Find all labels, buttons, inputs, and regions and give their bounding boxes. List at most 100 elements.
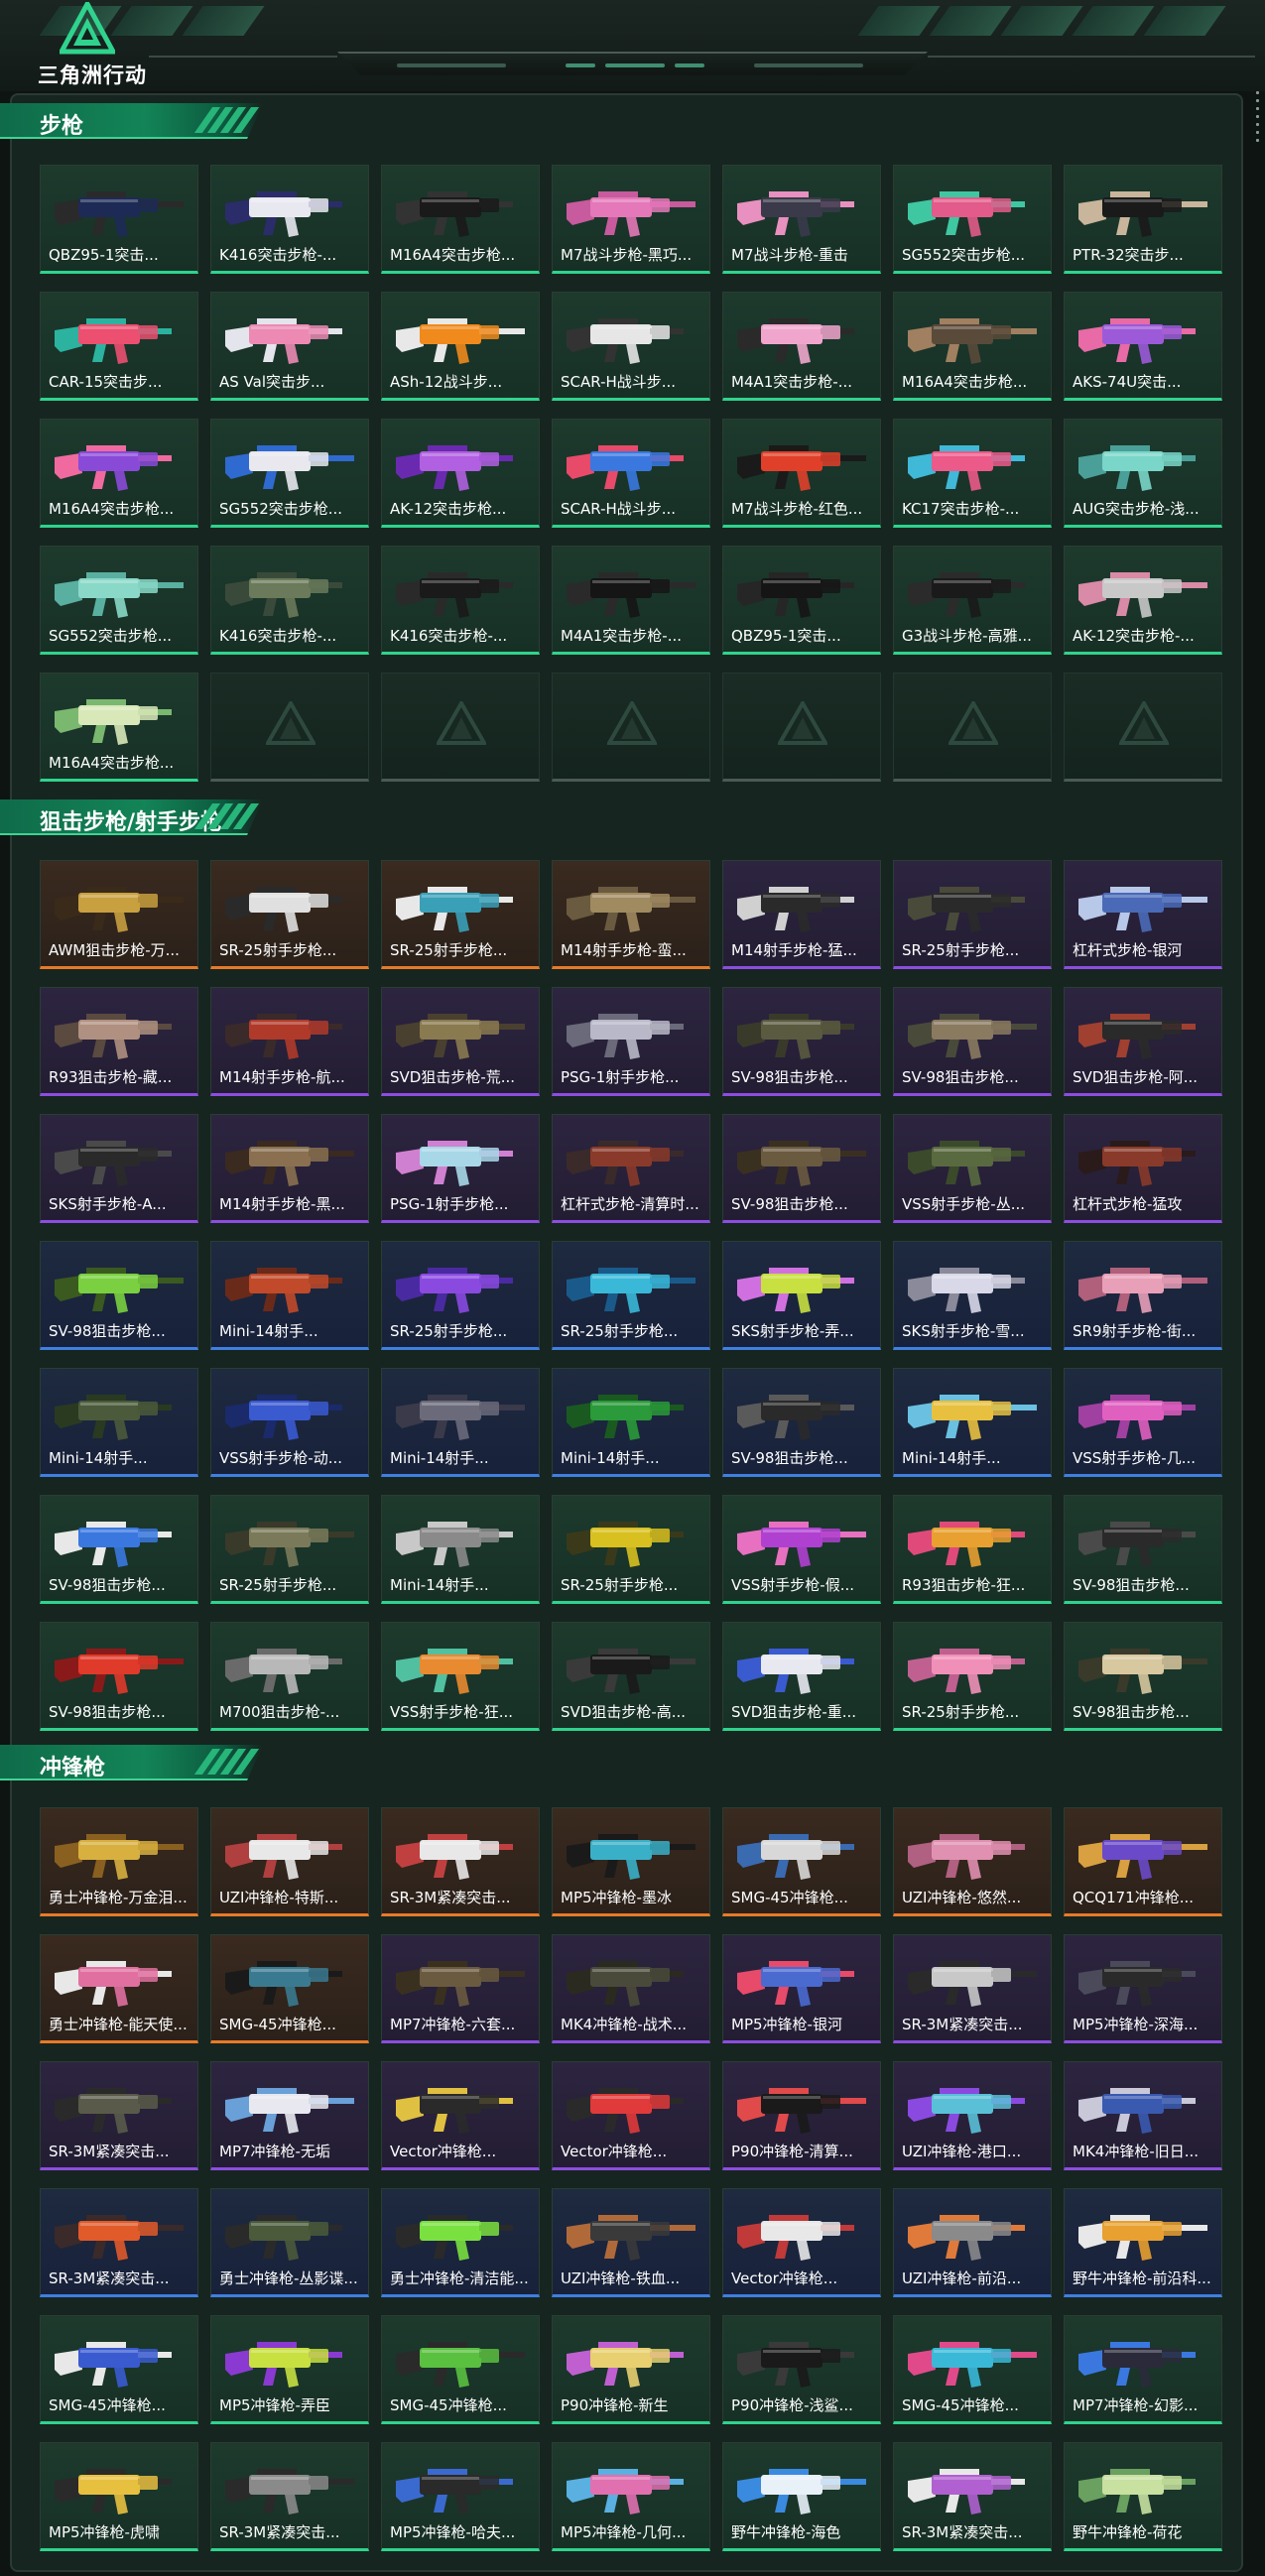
- weapon-skin-card[interactable]: SKS射手步枪-A...: [40, 1114, 198, 1223]
- weapon-skin-card[interactable]: PSG-1射手步枪...: [381, 1114, 540, 1223]
- weapon-skin-card[interactable]: MP7冲锋枪-幻影...: [1064, 2315, 1222, 2424]
- weapon-skin-card[interactable]: M7战斗步枪-黑巧...: [552, 165, 710, 274]
- weapon-skin-card[interactable]: SR-3M紧凑突击...: [40, 2188, 198, 2297]
- weapon-skin-card[interactable]: AK-12突击步枪-...: [1064, 546, 1222, 655]
- weapon-skin-card[interactable]: SR-25射手步枪...: [210, 860, 369, 969]
- weapon-skin-card[interactable]: PSG-1射手步枪...: [552, 987, 710, 1096]
- weapon-skin-card[interactable]: VSS射手步枪-狂...: [381, 1622, 540, 1731]
- weapon-skin-card[interactable]: SMG-45冲锋枪...: [210, 1934, 369, 2043]
- weapon-skin-card[interactable]: SR-25射手步枪...: [893, 1622, 1052, 1731]
- weapon-skin-card[interactable]: SR-3M紧凑突击...: [893, 1934, 1052, 2043]
- weapon-skin-card[interactable]: G3战斗步枪-高雅...: [893, 546, 1052, 655]
- weapon-skin-card[interactable]: SV-98狙击步枪...: [40, 1495, 198, 1604]
- weapon-skin-card[interactable]: M14射手步枪-黑...: [210, 1114, 369, 1223]
- weapon-skin-card[interactable]: SG552突击步枪...: [893, 165, 1052, 274]
- weapon-skin-card[interactable]: SVD狙击步枪-重...: [722, 1622, 881, 1731]
- weapon-skin-card[interactable]: Vector冲锋枪...: [552, 2061, 710, 2170]
- weapon-skin-card[interactable]: SV-98狙击步枪...: [40, 1622, 198, 1731]
- weapon-skin-card[interactable]: SR-3M紧凑突击...: [40, 2061, 198, 2170]
- weapon-skin-card[interactable]: 勇士冲锋枪-清洁能...: [381, 2188, 540, 2297]
- weapon-skin-card[interactable]: AWM狙击步枪-万...: [40, 860, 198, 969]
- weapon-skin-card[interactable]: VSS射手步枪-丛...: [893, 1114, 1052, 1223]
- weapon-skin-card[interactable]: Vector冲锋枪...: [722, 2188, 881, 2297]
- weapon-skin-card[interactable]: QBZ95-1突击...: [40, 165, 198, 274]
- weapon-skin-card[interactable]: M7战斗步枪-重击: [722, 165, 881, 274]
- weapon-skin-card[interactable]: K416突击步枪-...: [210, 165, 369, 274]
- weapon-skin-card[interactable]: K416突击步枪-...: [210, 546, 369, 655]
- weapon-skin-card[interactable]: SR9射手步枪-街...: [1064, 1241, 1222, 1350]
- weapon-skin-card[interactable]: SR-25射手步枪...: [552, 1241, 710, 1350]
- weapon-skin-card[interactable]: SR-3M紧凑突击...: [210, 2442, 369, 2551]
- weapon-skin-card[interactable]: VSS射手步枪-假...: [722, 1495, 881, 1604]
- weapon-skin-card[interactable]: K416突击步枪-...: [381, 546, 540, 655]
- weapon-skin-card[interactable]: SKS射手步枪-弄...: [722, 1241, 881, 1350]
- weapon-skin-card[interactable]: MP5冲锋枪-几何...: [552, 2442, 710, 2551]
- weapon-skin-card[interactable]: MP7冲锋枪-无垢: [210, 2061, 369, 2170]
- weapon-skin-card[interactable]: SR-3M紧凑突击...: [893, 2442, 1052, 2551]
- weapon-skin-card[interactable]: 野牛冲锋枪-海色: [722, 2442, 881, 2551]
- weapon-skin-card[interactable]: M4A1突击步枪-...: [722, 292, 881, 401]
- weapon-skin-card[interactable]: ASh-12战斗步...: [381, 292, 540, 401]
- weapon-skin-card[interactable]: MK4冲锋枪-旧日...: [1064, 2061, 1222, 2170]
- weapon-skin-card[interactable]: SG552突击步枪...: [210, 419, 369, 528]
- weapon-skin-card[interactable]: MK4冲锋枪-战术...: [552, 1934, 710, 2043]
- weapon-skin-card[interactable]: QBZ95-1突击...: [722, 546, 881, 655]
- weapon-skin-card[interactable]: Mini-14射手...: [40, 1368, 198, 1477]
- weapon-skin-card[interactable]: UZI冲锋枪-悠然...: [893, 1807, 1052, 1916]
- weapon-skin-card[interactable]: SMG-45冲锋枪...: [893, 2315, 1052, 2424]
- weapon-skin-card[interactable]: MP7冲锋枪-六套...: [381, 1934, 540, 2043]
- weapon-skin-card[interactable]: VSS射手步枪-动...: [210, 1368, 369, 1477]
- weapon-skin-card[interactable]: M14射手步枪-猛...: [722, 860, 881, 969]
- weapon-skin-card[interactable]: Mini-14射手...: [893, 1368, 1052, 1477]
- weapon-skin-card[interactable]: MP5冲锋枪-墨冰: [552, 1807, 710, 1916]
- weapon-skin-card[interactable]: M14射手步枪-航...: [210, 987, 369, 1096]
- weapon-skin-card[interactable]: QCQ171冲锋枪...: [1064, 1807, 1222, 1916]
- weapon-skin-card[interactable]: R93狙击步枪-藏...: [40, 987, 198, 1096]
- weapon-skin-card[interactable]: P90冲锋枪-清算...: [722, 2061, 881, 2170]
- weapon-skin-card[interactable]: M7战斗步枪-红色...: [722, 419, 881, 528]
- weapon-skin-card[interactable]: SVD狙击步枪-阿...: [1064, 987, 1222, 1096]
- weapon-skin-card[interactable]: SV-98狙击步枪...: [1064, 1622, 1222, 1731]
- weapon-skin-card[interactable]: 勇士冲锋枪-万金泪...: [40, 1807, 198, 1916]
- weapon-skin-card[interactable]: SCAR-H战斗步...: [552, 419, 710, 528]
- weapon-skin-card[interactable]: AUG突击步枪-浅...: [1064, 419, 1222, 528]
- weapon-skin-card[interactable]: AS Val突击步...: [210, 292, 369, 401]
- weapon-skin-card[interactable]: VSS射手步枪-几...: [1064, 1368, 1222, 1477]
- weapon-skin-card[interactable]: Vector冲锋枪...: [381, 2061, 540, 2170]
- weapon-skin-card[interactable]: SVD狙击步枪-高...: [552, 1622, 710, 1731]
- weapon-skin-card[interactable]: KC17突击步枪-...: [893, 419, 1052, 528]
- weapon-skin-card[interactable]: SMG-45冲锋枪...: [722, 1807, 881, 1916]
- weapon-skin-card[interactable]: M14射手步枪-蛮...: [552, 860, 710, 969]
- weapon-skin-card[interactable]: M16A4突击步枪...: [893, 292, 1052, 401]
- weapon-skin-card[interactable]: PTR-32突击步...: [1064, 165, 1222, 274]
- weapon-skin-card[interactable]: Mini-14射手...: [552, 1368, 710, 1477]
- weapon-skin-card[interactable]: AKS-74U突击...: [1064, 292, 1222, 401]
- weapon-skin-card[interactable]: SMG-45冲锋枪...: [381, 2315, 540, 2424]
- weapon-skin-card[interactable]: 勇士冲锋枪-丛影谍...: [210, 2188, 369, 2297]
- weapon-skin-card[interactable]: SV-98狙击步枪...: [893, 987, 1052, 1096]
- weapon-skin-card[interactable]: CAR-15突击步...: [40, 292, 198, 401]
- weapon-skin-card[interactable]: M4A1突击步枪-...: [552, 546, 710, 655]
- weapon-skin-card[interactable]: SR-25射手步枪...: [552, 1495, 710, 1604]
- weapon-skin-card[interactable]: MP5冲锋枪-深海...: [1064, 1934, 1222, 2043]
- weapon-skin-card[interactable]: MP5冲锋枪-弄臣: [210, 2315, 369, 2424]
- weapon-skin-card[interactable]: UZI冲锋枪-特斯...: [210, 1807, 369, 1916]
- weapon-skin-card[interactable]: SR-25射手步枪...: [381, 1241, 540, 1350]
- weapon-skin-card[interactable]: M16A4突击步枪...: [381, 165, 540, 274]
- weapon-skin-card[interactable]: SVD狙击步枪-荒...: [381, 987, 540, 1096]
- weapon-skin-card[interactable]: 杠杆式步枪-清算时...: [552, 1114, 710, 1223]
- weapon-skin-card[interactable]: M16A4突击步枪...: [40, 673, 198, 782]
- weapon-skin-card[interactable]: 杠杆式步枪-银河: [1064, 860, 1222, 969]
- weapon-skin-card[interactable]: M700狙击步枪-...: [210, 1622, 369, 1731]
- weapon-skin-card[interactable]: SV-98狙击步枪...: [722, 1114, 881, 1223]
- weapon-skin-card[interactable]: 勇士冲锋枪-能天使...: [40, 1934, 198, 2043]
- weapon-skin-card[interactable]: M16A4突击步枪...: [40, 419, 198, 528]
- weapon-skin-card[interactable]: SMG-45冲锋枪...: [40, 2315, 198, 2424]
- weapon-skin-card[interactable]: SR-25射手步枪...: [893, 860, 1052, 969]
- weapon-skin-card[interactable]: SR-25射手步枪...: [210, 1495, 369, 1604]
- weapon-skin-card[interactable]: 野牛冲锋枪-前沿科...: [1064, 2188, 1222, 2297]
- weapon-skin-card[interactable]: 野牛冲锋枪-荷花: [1064, 2442, 1222, 2551]
- weapon-skin-card[interactable]: Mini-14射手...: [381, 1495, 540, 1604]
- weapon-skin-card[interactable]: MP5冲锋枪-银河: [722, 1934, 881, 2043]
- weapon-skin-card[interactable]: SR-3M紧凑突击...: [381, 1807, 540, 1916]
